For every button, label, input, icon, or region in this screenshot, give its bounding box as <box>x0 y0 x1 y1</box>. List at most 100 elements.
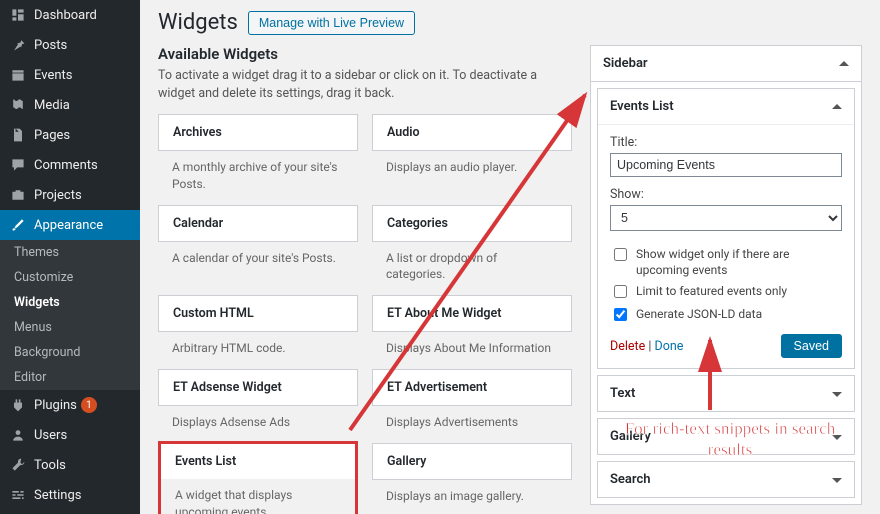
nav-appearance[interactable]: Appearance <box>0 210 140 240</box>
page-title: Widgets <box>158 10 238 35</box>
available-widgets-column: Available Widgets To activate a widget d… <box>158 45 572 514</box>
upcoming-only-checkbox[interactable] <box>614 248 627 261</box>
nav-events[interactable]: Events <box>0 60 140 90</box>
widget-desc: Displays an image gallery. <box>372 480 572 514</box>
plugin-icon <box>10 397 26 413</box>
widget-et-about-me[interactable]: ET About Me Widget <box>372 295 572 332</box>
nav-label: Pages <box>34 128 70 143</box>
nav-label: Events <box>34 68 72 83</box>
pin-icon <box>10 37 26 53</box>
subnav-menus[interactable]: Menus <box>0 315 140 340</box>
available-widgets-desc: To activate a widget drag it to a sideba… <box>158 67 572 102</box>
plugin-update-badge: 1 <box>81 397 97 413</box>
subnav-editor[interactable]: Editor <box>0 365 140 390</box>
widget-categories[interactable]: Categories <box>372 205 572 242</box>
events-list-widget-body: Title: Show: 5 Show widget only if there… <box>598 125 854 368</box>
widget-events-list[interactable]: Events List <box>161 444 355 479</box>
widget-grid: Archives A monthly archive of your site'… <box>158 114 572 514</box>
caret-down-icon <box>832 478 842 488</box>
widget-title: Text <box>610 386 635 401</box>
wrench-icon <box>10 457 26 473</box>
caret-down-icon <box>832 392 842 402</box>
events-list-widget-header[interactable]: Events List <box>598 89 854 125</box>
events-list-widget-panel: Events List Title: Show: 5 Show widget o… <box>597 88 855 369</box>
widget-custom-html[interactable]: Custom HTML <box>158 295 358 332</box>
widget-et-advertisement[interactable]: ET Advertisement <box>372 369 572 406</box>
nav-settings[interactable]: Settings <box>0 480 140 510</box>
annotation-text: For rich-text snippets in search results <box>620 418 840 461</box>
delete-link[interactable]: Delete <box>610 339 645 354</box>
nav-projects[interactable]: Projects <box>0 180 140 210</box>
live-preview-button[interactable]: Manage with Live Preview <box>248 11 415 35</box>
caret-up-icon <box>839 56 849 66</box>
show-label: Show: <box>610 187 842 202</box>
nav-label: Comments <box>34 158 98 173</box>
nav-label: Projects <box>34 188 82 203</box>
nav-pages[interactable]: Pages <box>0 120 140 150</box>
pages-icon <box>10 127 26 143</box>
user-icon <box>10 427 26 443</box>
subnav-themes[interactable]: Themes <box>0 240 140 265</box>
subnav-background[interactable]: Background <box>0 340 140 365</box>
widget-audio[interactable]: Audio <box>372 114 572 151</box>
nav-label: Appearance <box>34 218 103 233</box>
portfolio-icon <box>10 187 26 203</box>
widget-calendar[interactable]: Calendar <box>158 205 358 242</box>
sidebar-area-title: Sidebar <box>603 56 648 71</box>
show-select[interactable]: 5 <box>610 205 842 231</box>
sliders-icon <box>10 487 26 503</box>
jsonld-checkbox[interactable] <box>614 308 627 321</box>
widget-desc: A list or dropdown of categories. <box>372 242 572 296</box>
nav-comments[interactable]: Comments <box>0 150 140 180</box>
calendar-icon <box>10 67 26 83</box>
subnav-widgets[interactable]: Widgets <box>0 290 140 315</box>
nav-label: Tools <box>34 458 66 473</box>
nav-users[interactable]: Users <box>0 420 140 450</box>
widget-desc: A monthly archive of your site's Posts. <box>158 151 358 205</box>
events-list-widget-title: Events List <box>610 99 674 114</box>
widget-archives[interactable]: Archives <box>158 114 358 151</box>
widget-desc: Displays an audio player. <box>372 151 572 188</box>
widget-gallery[interactable]: Gallery <box>372 443 572 480</box>
nav-label: Settings <box>34 488 81 503</box>
brush-icon <box>10 217 26 233</box>
title-label: Title: <box>610 135 842 150</box>
widget-desc: A calendar of your site's Posts. <box>158 242 358 279</box>
nav-label: Plugins <box>34 398 77 413</box>
checkbox-label: Limit to featured events only <box>636 284 787 300</box>
subnav-customize[interactable]: Customize <box>0 265 140 290</box>
comment-icon <box>10 157 26 173</box>
widget-desc: Displays Adsense Ads <box>158 406 358 443</box>
checkbox-label: Generate JSON-LD data <box>636 307 762 323</box>
widget-desc: Arbitrary HTML code. <box>158 332 358 369</box>
search-widget-header[interactable]: Search <box>598 462 854 497</box>
nav-dashboard[interactable]: Dashboard <box>0 0 140 30</box>
saved-button[interactable]: Saved <box>781 334 842 358</box>
nav-label: Posts <box>34 38 67 53</box>
nav-label: Media <box>34 98 70 113</box>
featured-only-checkbox[interactable] <box>614 285 627 298</box>
text-widget-header[interactable]: Text <box>598 376 854 411</box>
widget-desc: Displays Advertisements <box>372 406 572 443</box>
caret-up-icon <box>832 99 842 109</box>
nav-label: Users <box>34 428 67 443</box>
nav-posts[interactable]: Posts <box>0 30 140 60</box>
media-icon <box>10 97 26 113</box>
nav-media[interactable]: Media <box>0 90 140 120</box>
main-content: Widgets Manage with Live Preview Availab… <box>140 0 880 514</box>
sidebar-area-header[interactable]: Sidebar <box>591 46 861 82</box>
nav-plugins[interactable]: Plugins 1 <box>0 390 140 420</box>
nav-label: Dashboard <box>34 8 97 23</box>
widget-desc: A widget that displays upcoming events. <box>161 479 355 514</box>
done-link[interactable]: Done <box>654 339 683 354</box>
dashboard-icon <box>10 7 26 23</box>
checkbox-label: Show widget only if there are upcoming e… <box>636 247 842 278</box>
title-input[interactable] <box>610 153 842 177</box>
nav-tools[interactable]: Tools <box>0 450 140 480</box>
widget-events-list-highlighted: Events List A widget that displays upcom… <box>158 441 358 514</box>
widget-et-adsense[interactable]: ET Adsense Widget <box>158 369 358 406</box>
widget-title: Search <box>610 472 651 487</box>
widget-desc: Displays About Me Information <box>372 332 572 369</box>
page-header: Widgets Manage with Live Preview <box>158 10 862 35</box>
available-widgets-heading: Available Widgets <box>158 45 572 63</box>
